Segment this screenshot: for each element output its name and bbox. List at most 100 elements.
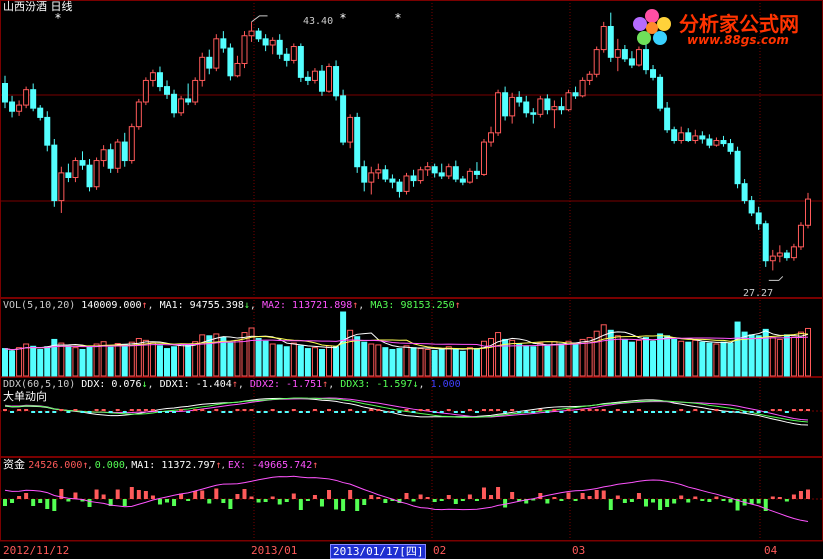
candle-body (326, 66, 333, 92)
candle-body (171, 93, 178, 114)
candle-body (156, 72, 163, 88)
volume-bar (354, 336, 361, 377)
ddx-bar (693, 409, 698, 411)
ddx-bar (411, 411, 416, 413)
star-marker: * (55, 11, 61, 25)
ddx-bar (587, 409, 592, 411)
candle-body (699, 135, 706, 140)
volume-bar (445, 346, 452, 377)
ddx-bar (594, 409, 599, 411)
fund-bar (658, 499, 663, 510)
candle-body (544, 98, 551, 111)
date-cursor-label[interactable]: 2013/01/17[四] (330, 544, 427, 559)
ddx-bar (193, 409, 198, 411)
ddx-bar (94, 409, 99, 411)
ddx-bar (784, 411, 789, 413)
ddx-bar (439, 411, 444, 413)
candle-body (713, 140, 720, 146)
fund-bar (615, 495, 620, 499)
candle-body (431, 166, 438, 174)
candle-body (741, 183, 748, 202)
volume-bar (121, 344, 128, 377)
ddx-bar (143, 409, 148, 411)
candle-body (558, 106, 565, 111)
ddx-bar (263, 411, 268, 413)
candle-body (276, 39, 283, 55)
volume-bar (783, 334, 790, 377)
fund-bar (263, 499, 268, 502)
fund-bar (122, 499, 127, 506)
fund-bar (334, 499, 339, 510)
volume-bar (128, 341, 135, 377)
ddx-bar (742, 411, 747, 413)
candle-body (128, 126, 135, 162)
ddx-bar (369, 409, 374, 411)
logo-url: www.88gs.com (687, 33, 789, 47)
fund-bar (439, 499, 444, 501)
volume-bar (86, 345, 93, 377)
fund-bar (714, 496, 719, 499)
candle-body (192, 79, 199, 103)
candle-body (297, 46, 304, 78)
ddx-bar (319, 411, 324, 413)
volume-bar (530, 346, 537, 377)
volume-bar (44, 346, 51, 377)
fund-bar (136, 490, 141, 499)
ddx-bar (489, 409, 494, 411)
candle-body (375, 169, 382, 174)
arrow-up-icon: ↑ (141, 300, 148, 311)
candle-body (142, 79, 149, 103)
volume-bar (614, 335, 621, 377)
ddx-name: DDX(60,5,10) (3, 379, 76, 390)
fund-bar (651, 499, 656, 503)
volume-bar (664, 335, 671, 377)
candle-body (635, 49, 642, 66)
candle-body (537, 98, 544, 115)
arrow-up-icon: ↑ (82, 460, 89, 471)
volume-bar (333, 346, 340, 377)
ddx-bar (806, 409, 810, 411)
candle-body (403, 175, 410, 192)
fund-bar (770, 496, 775, 499)
fund-ma1: MA1: 11372.797 (131, 460, 216, 471)
candle-body (776, 252, 783, 257)
ddx-bar (31, 411, 36, 413)
candle-body (593, 49, 600, 75)
fund-bar (707, 499, 712, 502)
fund-bar (200, 490, 205, 499)
ddx-bar (608, 411, 613, 413)
fund-bar (94, 489, 99, 499)
fund-bar (143, 491, 148, 499)
fund-bar (73, 492, 78, 499)
ddx-bar (24, 409, 29, 411)
fund-bar (17, 496, 22, 499)
volume-bar (473, 348, 480, 377)
ddx-bar (552, 409, 557, 411)
volume-bar (304, 348, 311, 377)
candle-body (290, 46, 297, 61)
ddx-bar (157, 411, 162, 413)
ddx-bar (270, 409, 275, 411)
ddx-bar (334, 411, 339, 413)
candle-body (213, 38, 220, 69)
ddx-bar (249, 409, 254, 411)
volume-bar (720, 341, 727, 377)
volume-bar (23, 343, 30, 377)
stock-chart[interactable] (0, 0, 823, 558)
ddx-bar (397, 411, 402, 413)
volume-bar (699, 341, 706, 377)
candle-body (586, 73, 593, 81)
candle-body (178, 98, 185, 114)
volume-bar (572, 342, 579, 377)
vol-value: 140009.000 (81, 300, 142, 311)
ddx-bar (517, 411, 522, 413)
volume-bar (544, 344, 551, 377)
candle-body (269, 39, 276, 46)
volume-bar (692, 339, 699, 377)
ddx-bar (524, 411, 529, 413)
candle-body (72, 160, 79, 179)
fund-bar (587, 496, 592, 499)
candle-body (206, 56, 213, 69)
ddx-bar (136, 409, 141, 411)
vol-ma2: MA2: 113721.898 (261, 300, 353, 311)
